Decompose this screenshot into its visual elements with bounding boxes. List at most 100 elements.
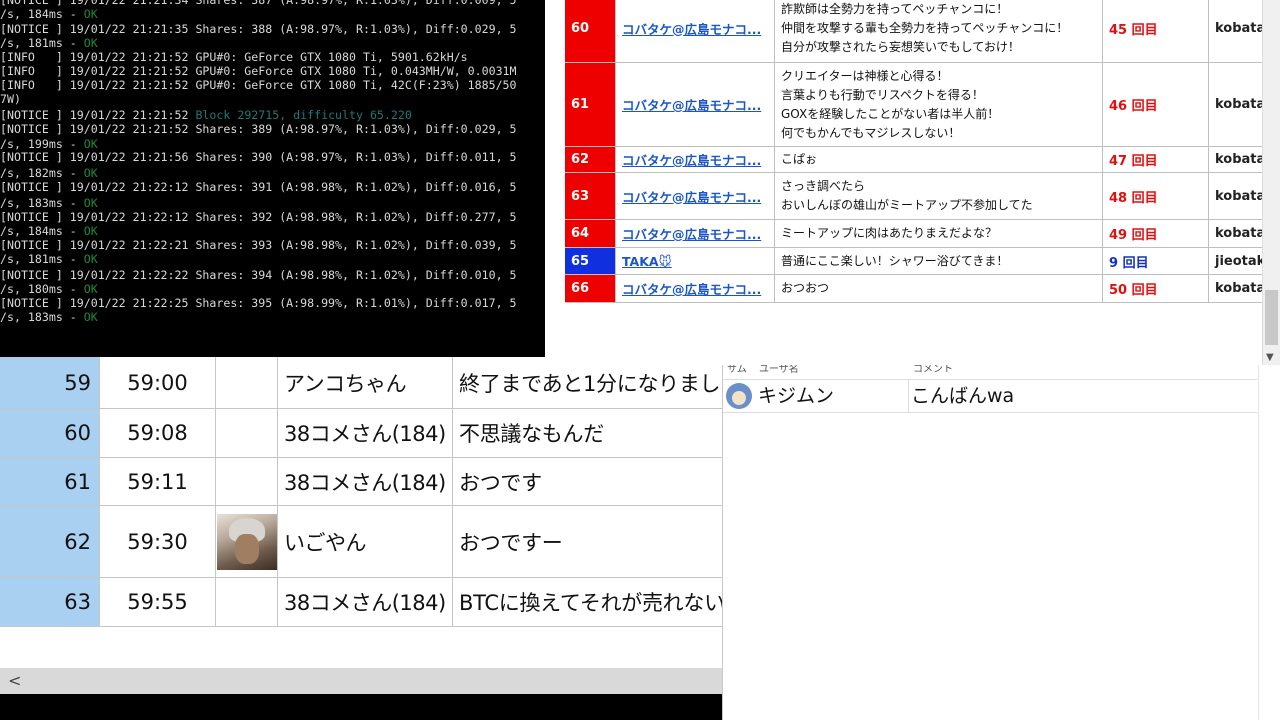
terminal-line: [NOTICE ] 19/01/22 21:22:12 Shares: 391 … [0,180,517,194]
avatar-cell [216,578,278,627]
viewer-comment: こんばんwa [911,385,1015,407]
user-avatar-icon [726,383,752,409]
user-link[interactable]: コバタケ@広島モナコ... [616,173,775,219]
status-ok: OK [83,7,98,21]
table-row[interactable]: 66 コバタケ@広島モナコ... おつおつ 50 回目 kobata [565,275,1280,303]
terminal-line: /s, 199ms - OK [0,137,98,151]
comment-number: 63 [565,173,616,219]
table-row[interactable]: 60 コバタケ@広島モナコ... 詐欺師は全勢力を持ってペッチャンコに！ 仲間を攻撃す… [565,0,1280,63]
comment-number: 61 [565,63,616,146]
comment-number: 60 [565,0,616,62]
user-name: 38コメさん(184) [278,578,453,627]
comment-text: クリエイターは神様と心得る！ 言葉よりも行動でリスペクトを得る！ GOXを経験したこ… [775,63,1103,146]
comment-text: おつおつ [775,275,1103,302]
viewer-comment-list: サム ユーザ名 コメント キジムン こんばんwa [722,365,1280,720]
comment-line: こぱぉ [781,152,818,166]
user-link[interactable]: コバタケ@広島モナコ... [616,275,775,302]
comment-text: おつですー [453,506,722,578]
comment-text: BTCに換えてそれが売れない [453,578,722,627]
user-avatar [216,513,277,570]
status-ok: OK [83,137,98,151]
comment-count: 9 回目 [1103,248,1209,274]
terminal-line: [NOTICE ] 19/01/22 21:21:52 Shares: 389 … [0,122,517,136]
header-comment[interactable]: コメント [913,365,953,375]
list-row[interactable]: 63 59:55 38コメさん(184) BTCに換えてそれが売れない [0,578,722,627]
status-ok: OK [83,196,98,210]
list-row[interactable]: 61 59:11 38コメさん(184) おつです [0,458,722,506]
status-ok: OK [83,166,98,180]
comment-number: 61 [0,458,100,506]
terminal-line: [NOTICE ] 19/01/22 21:21:35 Shares: 388 … [0,22,517,36]
comment-line: おつおつ [781,281,830,295]
user-link[interactable]: コバタケ@広島モナコ... [616,63,775,146]
comment-line: 仲間を攻撃する輩も全勢力を持ってペッチャンコに！ [781,20,1069,35]
scroll-down-arrow-icon[interactable]: ▼ [1266,352,1274,363]
table-row[interactable]: 63 コバタケ@広島モナコ... さっき調べたら おいしんぼの雄山がミートアップ不参加… [565,173,1280,220]
viewer-row[interactable]: キジムン こんばんwa [723,380,1257,413]
table-row[interactable]: 61 コバタケ@広島モナコ... クリエイターは神様と心得る！ 言葉よりも行動でリスペ… [565,63,1280,147]
comment-text: 普通にここ楽しい！シャワー浴びてきま！ [775,248,1103,274]
comment-text: こぱぉ [775,147,1103,172]
comment-number: 64 [565,220,616,247]
comment-number: 63 [0,578,100,627]
comment-number: 62 [0,506,100,578]
user-link[interactable]: コバタケ@広島モナコ... [616,220,775,247]
comment-line: さっき調べたら [781,179,866,193]
user-link[interactable]: TAKA🐭 [616,248,775,274]
comment-text: 不思議なもんだ [453,409,722,458]
table-row[interactable]: 64 コバタケ@広島モナコ... ミートアップに肉はあたりまえだよな？ 49 回目 ko… [565,220,1280,248]
comment-list-panel: 59 59:00 アンコちゃん 終了まであと1分になりました 60 59:08 38コメさん… [0,357,722,720]
user-name: アンコちゃん [278,357,453,409]
terminal-line: [NOTICE ] 19/01/22 21:22:22 Shares: 394 … [0,268,517,282]
terminal-line: /s, 184ms - OK [0,224,98,238]
comment-line: 言葉よりも行動でリスペクトを得る！ [781,87,984,102]
status-ok: OK [83,282,98,296]
user-name: 38コメさん(184) [278,409,453,458]
scrollbar-thumb[interactable] [1265,290,1278,345]
terminal-line: [INFO ] 19/01/22 21:21:52 GPU#0: GeForce… [0,78,517,92]
comment-count: 47 回目 [1103,147,1209,172]
terminal-line: /s, 182ms - OK [0,166,98,180]
user-link[interactable]: コバタケ@広島モナコ... [616,0,775,62]
comment-line: 何でもかんでもマジレスしない！ [781,125,961,140]
header-username[interactable]: ユーザ名 [759,365,799,375]
comment-number: 65 [565,248,616,274]
terminal-line: [INFO ] 19/01/22 21:21:52 GPU#0: GeForce… [0,50,468,64]
comment-number: 60 [0,409,100,458]
comment-time: 59:55 [100,578,216,627]
viewer-username: キジムン [755,380,909,412]
comment-line: GOXを経験したことがない者は半人前！ [781,106,1000,121]
vertical-scrollbar[interactable]: ▼ [1262,0,1280,365]
terminal-line: /s, 183ms - OK [0,310,98,324]
table-row[interactable]: 62 コバタケ@広島モナコ... こぱぉ 47 回目 kobata [565,147,1280,173]
header-thumb[interactable]: サム [727,365,747,375]
list-row[interactable]: 60 59:08 38コメさん(184) 不思議なもんだ [0,409,722,458]
user-link[interactable]: コバタケ@広島モナコ... [616,147,775,172]
table-row[interactable]: 65 TAKA🐭 普通にここ楽しい！シャワー浴びてきま！ 9 回目 jieotak [565,248,1280,275]
comment-line: 普通にここ楽しい！シャワー浴びてきま！ [781,253,1009,268]
comment-count: 50 回目 [1103,275,1209,302]
terminal-line: [NOTICE ] 19/01/22 21:21:34 Shares: 387 … [0,0,517,7]
comment-text: おつです [453,458,722,506]
horizontal-scrollbar[interactable]: < [0,668,722,694]
terminal-line: /s, 181ms - OK [0,252,98,266]
comment-number: 59 [0,357,100,409]
avatar-cell [216,357,278,409]
terminal-line: [NOTICE ] 19/01/22 21:21:56 Shares: 390 … [0,150,517,164]
comment-count: 48 回目 [1103,173,1209,219]
viewer-scrollbar[interactable] [1258,365,1280,720]
user-name: いごやん [278,506,453,578]
terminal-line: /s, 184ms - OK [0,7,98,21]
terminal-line: /s, 183ms - OK [0,196,98,210]
avatar-cell [216,458,278,506]
list-row[interactable]: 59 59:00 アンコちゃん 終了まであと1分になりました [0,357,722,409]
terminal-line: [NOTICE ] 19/01/22 21:22:21 Shares: 393 … [0,238,517,252]
scroll-left-arrow-icon[interactable]: < [8,671,21,690]
comment-text: ミートアップに肉はあたりまえだよな？ [775,220,1103,247]
comment-time: 59:08 [100,409,216,458]
list-row[interactable]: 62 59:30 いごやん おつですー [0,506,722,578]
comment-text: 終了まであと1分になりました [453,357,722,409]
viewer-header: サム ユーザ名 コメント [723,365,1257,380]
block-info: Block 292715, difficulty 65.220 [195,108,412,122]
comment-time: 59:30 [100,506,216,578]
